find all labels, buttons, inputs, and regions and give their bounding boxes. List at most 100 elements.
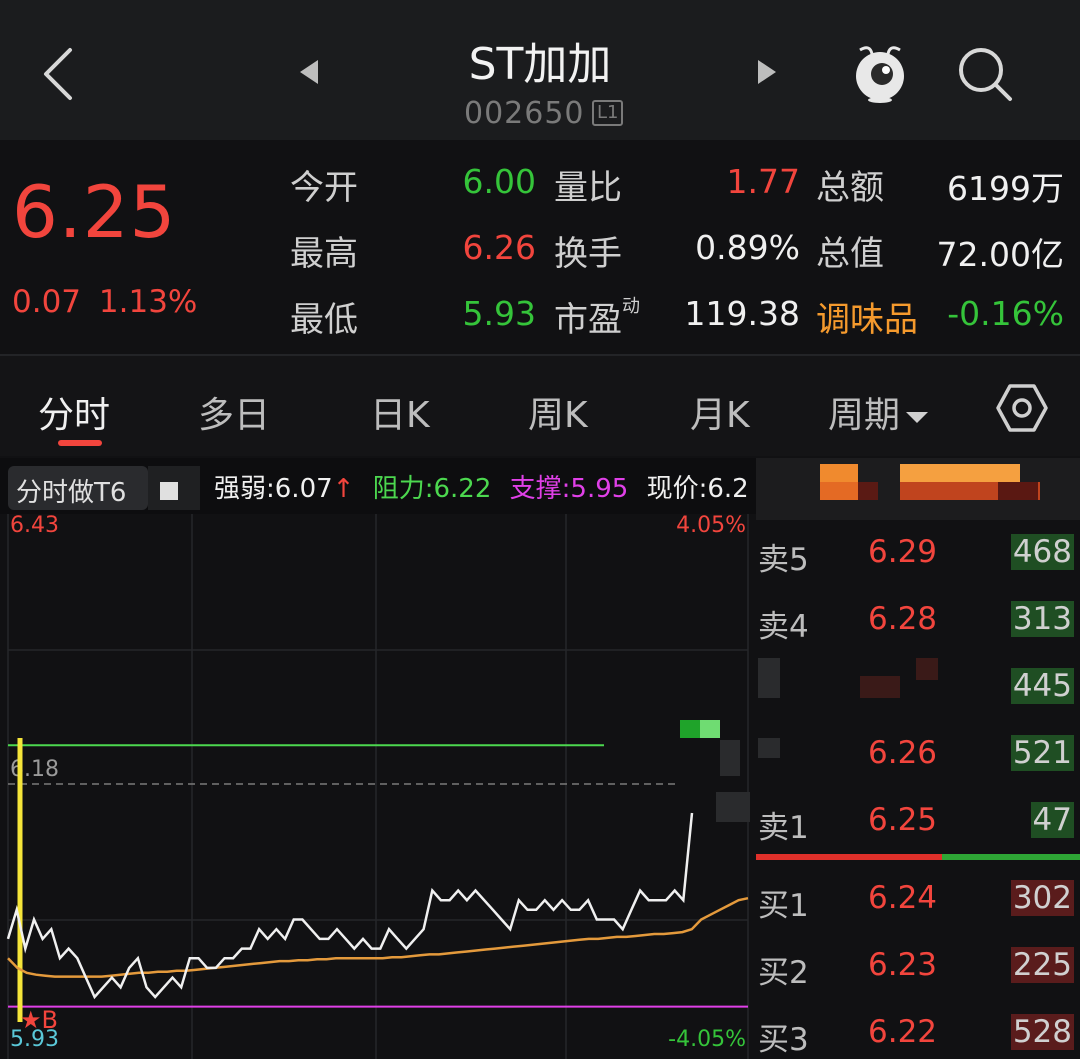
- next-stock-icon[interactable]: [756, 58, 778, 86]
- pe-label-sup: 动: [622, 296, 640, 317]
- turnover-label: 换手: [554, 234, 622, 274]
- tab-multi-day[interactable]: 多日: [198, 386, 270, 438]
- support-value: 支撑:5.95: [509, 474, 629, 504]
- indicator-selector[interactable]: 分时做T6: [8, 466, 148, 510]
- bid-volume: 225: [1010, 947, 1074, 983]
- strength-value: 强弱:6.07↑: [214, 474, 364, 504]
- ask-price: 6.28: [868, 601, 938, 637]
- sector-change: -0.16%: [947, 294, 1064, 333]
- order-book: 卖5 6.29 468 卖4 6.28 313 445 6.26 521 卖1 6.25 47 买1 6…: [756, 458, 1080, 1059]
- ask-volume: 313: [1010, 601, 1074, 637]
- prev-close-label: 6.18: [10, 757, 59, 782]
- strength-arrow-icon: ↑: [332, 474, 355, 504]
- buy-marker: ★B: [20, 1006, 58, 1034]
- buy-side-bar: [756, 854, 942, 860]
- top-header: ST加加 002650 L1: [0, 0, 1080, 140]
- bid-level-label: 买2: [758, 955, 809, 991]
- bid-row[interactable]: 买3 6.22 528: [756, 1006, 1080, 1058]
- period-label: 周期: [828, 395, 901, 436]
- ask-row[interactable]: 卖5 6.29 468: [756, 526, 1080, 578]
- blurred-pixel: [998, 482, 1038, 500]
- market-cap-label: 总值: [816, 234, 884, 274]
- blurred-pixel: [858, 482, 878, 500]
- bid-level-label: 买3: [758, 1022, 809, 1058]
- y-max-label: 6.43: [10, 514, 59, 538]
- sell-side-bar: [942, 854, 1080, 860]
- quote-panel: 6.25 0.07 1.13% 今开 6.00 最高 6.26 最低 5.93 …: [0, 140, 1080, 354]
- settings-hexagon-icon[interactable]: [996, 382, 1048, 434]
- ask-price: 6.26: [868, 735, 938, 771]
- stock-name: ST加加: [468, 39, 612, 90]
- bid-volume: 528: [1010, 1014, 1074, 1050]
- ask-volume: 521: [1010, 735, 1074, 771]
- bid-ask-ratio-bar: [756, 854, 1080, 860]
- ask-price: 6.29: [868, 534, 938, 570]
- tab-intraday[interactable]: 分时: [38, 386, 110, 438]
- chevron-down-icon: [906, 411, 929, 423]
- ask-row[interactable]: 卖1 6.25 47: [756, 794, 1080, 846]
- amount-label: 总额: [816, 168, 884, 208]
- level-badge: L1: [592, 100, 624, 126]
- bid-price: 6.23: [868, 947, 938, 983]
- pe-label-text: 市盈: [554, 300, 622, 340]
- volume-ratio-value: 1.77: [726, 162, 800, 201]
- blurred-pixel: [916, 658, 938, 680]
- tab-weekly-k[interactable]: 周K: [528, 386, 588, 438]
- intraday-chart[interactable]: 6.43 4.05% 6.18 5.93 -4.05% ★B: [0, 514, 756, 1059]
- blurred-pixel: [900, 464, 1020, 482]
- period-tabs: 分时 多日 日K 周K 月K 周期: [0, 356, 1080, 456]
- assistant-mascot-icon[interactable]: [850, 42, 910, 104]
- current-price-value: 现价:6.2: [646, 474, 749, 504]
- pe-label: 市盈动: [554, 292, 640, 341]
- indicator-bar: 分时做T6 强弱:6.07↑ 阻力:6.22 支撑:5.95 现价:6.2: [0, 458, 756, 514]
- turnover-value: 0.89%: [695, 228, 800, 267]
- ask-volume: 47: [1030, 802, 1074, 838]
- indicator-values: 强弱:6.07↑ 阻力:6.22 支撑:5.95 现价:6.2: [214, 468, 759, 505]
- sector-label[interactable]: 调味品: [816, 292, 918, 341]
- blurred-pixel: [860, 676, 900, 698]
- open-label: 今开: [290, 168, 358, 208]
- volume-ratio-label: 量比: [554, 168, 622, 208]
- search-icon[interactable]: [954, 44, 1016, 104]
- bid-row[interactable]: 买1 6.24 302: [756, 872, 1080, 924]
- amount-value: 6199万: [947, 169, 1064, 208]
- order-book-header: [756, 458, 1080, 520]
- active-tab-indicator: [58, 440, 102, 446]
- tab-daily-k[interactable]: 日K: [370, 386, 430, 438]
- market-cap-value: 72.00亿: [936, 235, 1064, 274]
- tab-period-dropdown[interactable]: 周期: [828, 386, 929, 438]
- blurred-pixel: [820, 464, 858, 482]
- blurred-pixel: [820, 482, 858, 500]
- open-value: 6.00: [462, 162, 536, 201]
- indicator-blurred-area: [148, 466, 200, 510]
- tab-monthly-k[interactable]: 月K: [690, 386, 750, 438]
- blur-block: [160, 482, 178, 500]
- bid-level-label: 买1: [758, 888, 809, 924]
- ask-row[interactable]: 6.26 521: [756, 727, 1080, 777]
- chart-background: [0, 514, 756, 1059]
- low-value: 5.93: [462, 294, 536, 333]
- high-label: 最高: [290, 234, 358, 274]
- ask-level-label: 卖4: [758, 609, 809, 645]
- chart-pixel-block: [680, 720, 700, 738]
- y-max-pct-label: 4.05%: [676, 514, 746, 538]
- stock-code: 002650: [464, 96, 585, 131]
- chart-pixel-block: [720, 740, 740, 776]
- change-amount: 0.07: [12, 284, 82, 320]
- ask-price: 6.25: [868, 802, 938, 838]
- ask-level-label: 卖5: [758, 542, 809, 578]
- change-percent: 1.13%: [98, 284, 198, 320]
- ask-volume: 445: [1010, 668, 1074, 704]
- resistance-value: 阻力:6.22: [372, 474, 492, 504]
- chart-pixel-block: [700, 720, 720, 738]
- chart-pixel-block: [716, 792, 750, 822]
- bid-price: 6.24: [868, 880, 938, 916]
- high-value: 6.26: [462, 228, 536, 267]
- current-price: 6.25: [12, 170, 177, 254]
- bid-volume: 302: [1010, 880, 1074, 916]
- bid-row[interactable]: 买2 6.23 225: [756, 939, 1080, 991]
- ask-level-label: 卖1: [758, 810, 809, 846]
- y-min-pct-label: -4.05%: [668, 1027, 746, 1052]
- blurred-pixel: [758, 658, 780, 698]
- ask-row[interactable]: 卖4 6.28 313: [756, 593, 1080, 645]
